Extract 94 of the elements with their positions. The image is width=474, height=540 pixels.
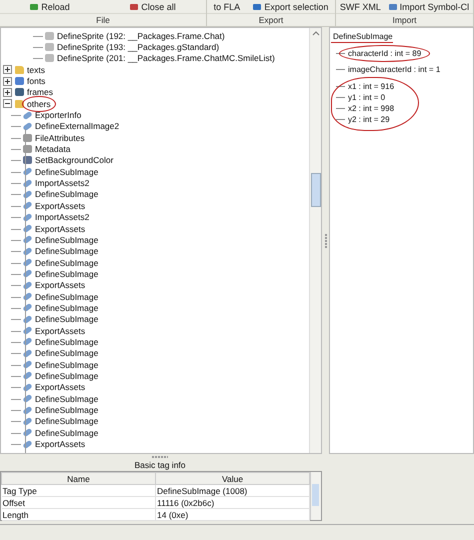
tree-item[interactable]: DefineSubImage bbox=[35, 336, 98, 347]
node-icon bbox=[22, 428, 33, 438]
expand-toggle-icon[interactable] bbox=[3, 65, 12, 74]
table-cell: 11116 (0x2b6c) bbox=[156, 496, 310, 508]
scrollbar-thumb[interactable] bbox=[311, 173, 321, 207]
tree-item[interactable]: DefineSubImage bbox=[35, 302, 98, 313]
tree-item[interactable]: SetBackgroundColor bbox=[35, 155, 114, 166]
node-icon bbox=[22, 235, 33, 244]
folder-icon bbox=[15, 66, 24, 74]
node-icon bbox=[22, 122, 33, 132]
toolbar-button[interactable]: SWF XML bbox=[336, 2, 384, 12]
tree-item[interactable]: others bbox=[27, 98, 51, 109]
group-label: Import bbox=[336, 13, 473, 26]
node-icon bbox=[45, 32, 54, 40]
tree-item[interactable]: Metadata bbox=[35, 144, 70, 154]
field-value: characterId : int = 89 bbox=[348, 49, 422, 58]
tree-item[interactable]: DefineSprite (193: __Packages.gStandard) bbox=[57, 42, 220, 52]
tree-item[interactable]: ExportAssets bbox=[35, 326, 86, 336]
tree-item[interactable]: fonts bbox=[27, 76, 46, 86]
table-cell: DefineSubImage (1008) bbox=[156, 484, 310, 496]
tree-item[interactable]: DefineSubImage bbox=[35, 360, 98, 370]
toolbar-button[interactable]: Export selection bbox=[250, 2, 332, 12]
tree-item[interactable]: DefineSubImage bbox=[35, 405, 98, 416]
tree-item[interactable]: DefineSubImage bbox=[35, 189, 98, 200]
annotation-circle bbox=[22, 96, 56, 112]
expand-toggle-icon[interactable] bbox=[3, 88, 12, 97]
table-cell: Offset bbox=[2, 496, 156, 508]
node-icon bbox=[15, 88, 24, 96]
tree-item[interactable]: DefineSubImage bbox=[35, 370, 98, 381]
table-cell: Length bbox=[2, 508, 156, 520]
tree-item[interactable]: ExportAssets bbox=[35, 439, 86, 450]
node-icon bbox=[22, 360, 33, 370]
tree-item[interactable]: FileAttributes bbox=[35, 132, 85, 143]
tree-item[interactable]: texts bbox=[27, 64, 45, 75]
tree-item[interactable]: DefineSubImage bbox=[35, 428, 98, 438]
node-icon bbox=[22, 382, 33, 392]
node-icon bbox=[22, 280, 33, 290]
node-icon bbox=[45, 43, 54, 52]
node-icon bbox=[22, 201, 33, 210]
tree-item[interactable]: DefineSubImage bbox=[35, 258, 98, 268]
table-cell: Tag Type bbox=[2, 484, 156, 496]
node-icon bbox=[22, 167, 33, 176]
group-label: File bbox=[0, 13, 206, 26]
expand-toggle-icon[interactable] bbox=[3, 76, 12, 86]
tree-item[interactable]: DefineSubImage bbox=[35, 348, 98, 358]
scrollbar[interactable] bbox=[310, 472, 321, 520]
tree-item[interactable]: ExportAssets bbox=[35, 280, 86, 290]
toolbar-button[interactable]: to FLA bbox=[210, 2, 244, 12]
node-icon bbox=[22, 416, 33, 426]
field-value: y1 : int = 0 bbox=[348, 93, 386, 102]
annotation-underline bbox=[331, 42, 393, 43]
column-header[interactable]: Value bbox=[156, 472, 310, 484]
tree-item[interactable]: ExportAssets bbox=[35, 200, 86, 211]
tree-item[interactable]: DefineSubImage bbox=[35, 314, 98, 324]
tree-item[interactable]: DefineSubImage bbox=[333, 32, 393, 41]
toolbar-button[interactable]: Import Symbol-Cl bbox=[386, 2, 472, 12]
toolbar-button[interactable]: Reload bbox=[27, 2, 73, 12]
scrollbar[interactable] bbox=[309, 28, 321, 453]
node-icon bbox=[22, 314, 33, 324]
tree-item[interactable]: DefineSubImage bbox=[35, 416, 98, 426]
tree-item[interactable]: DefineSubImage bbox=[35, 394, 98, 404]
folder-icon bbox=[15, 100, 24, 108]
tree-item[interactable]: DefineSubImage bbox=[35, 234, 98, 245]
section-title: Basic tag info bbox=[133, 460, 187, 471]
tree-item[interactable]: frames bbox=[27, 87, 53, 98]
tree-item[interactable]: ExportAssets bbox=[35, 382, 86, 392]
node-icon bbox=[22, 394, 33, 404]
field-value: imageCharacterId : int = 1 bbox=[348, 65, 440, 74]
column-header[interactable]: Name bbox=[2, 472, 156, 484]
tree-item[interactable]: ImportAssets2 bbox=[35, 178, 90, 188]
node-icon bbox=[22, 212, 33, 222]
group-label: Export bbox=[207, 13, 335, 26]
tree-item[interactable]: DefineSubImage bbox=[35, 268, 98, 279]
toolbar-button[interactable]: Close all bbox=[127, 2, 179, 12]
expand-toggle-icon[interactable] bbox=[3, 99, 12, 108]
tree-item[interactable]: DefineSprite (201: __Packages.Frame.ChatMC.SmileList) bbox=[57, 53, 275, 64]
field-value: x2 : int = 998 bbox=[348, 104, 394, 113]
field-value: y2 : int = 29 bbox=[348, 115, 390, 124]
table-cell: 14 (0xe) bbox=[156, 508, 310, 520]
tree-item[interactable]: ImportAssets2 bbox=[35, 212, 90, 222]
tree-item[interactable]: ExporterInfo bbox=[35, 110, 82, 120]
node-icon bbox=[15, 77, 24, 86]
tree-item[interactable]: DefineSubImage bbox=[35, 292, 98, 302]
node-icon bbox=[22, 246, 33, 256]
tree-item[interactable]: DefineSubImage bbox=[35, 246, 98, 256]
node-icon bbox=[22, 178, 33, 188]
node-icon bbox=[22, 110, 33, 120]
tree-item[interactable]: DefineSprite (192: __Packages.Frame.Chat) bbox=[57, 30, 225, 41]
tree-item[interactable]: ExportAssets bbox=[35, 224, 86, 234]
tree-item[interactable]: DefineSubImage bbox=[35, 166, 98, 177]
node-icon bbox=[45, 54, 54, 62]
tree-item[interactable]: DefineExternalImage2 bbox=[35, 121, 120, 132]
node-icon bbox=[22, 348, 33, 358]
field-value: x1 : int = 916 bbox=[348, 82, 394, 91]
